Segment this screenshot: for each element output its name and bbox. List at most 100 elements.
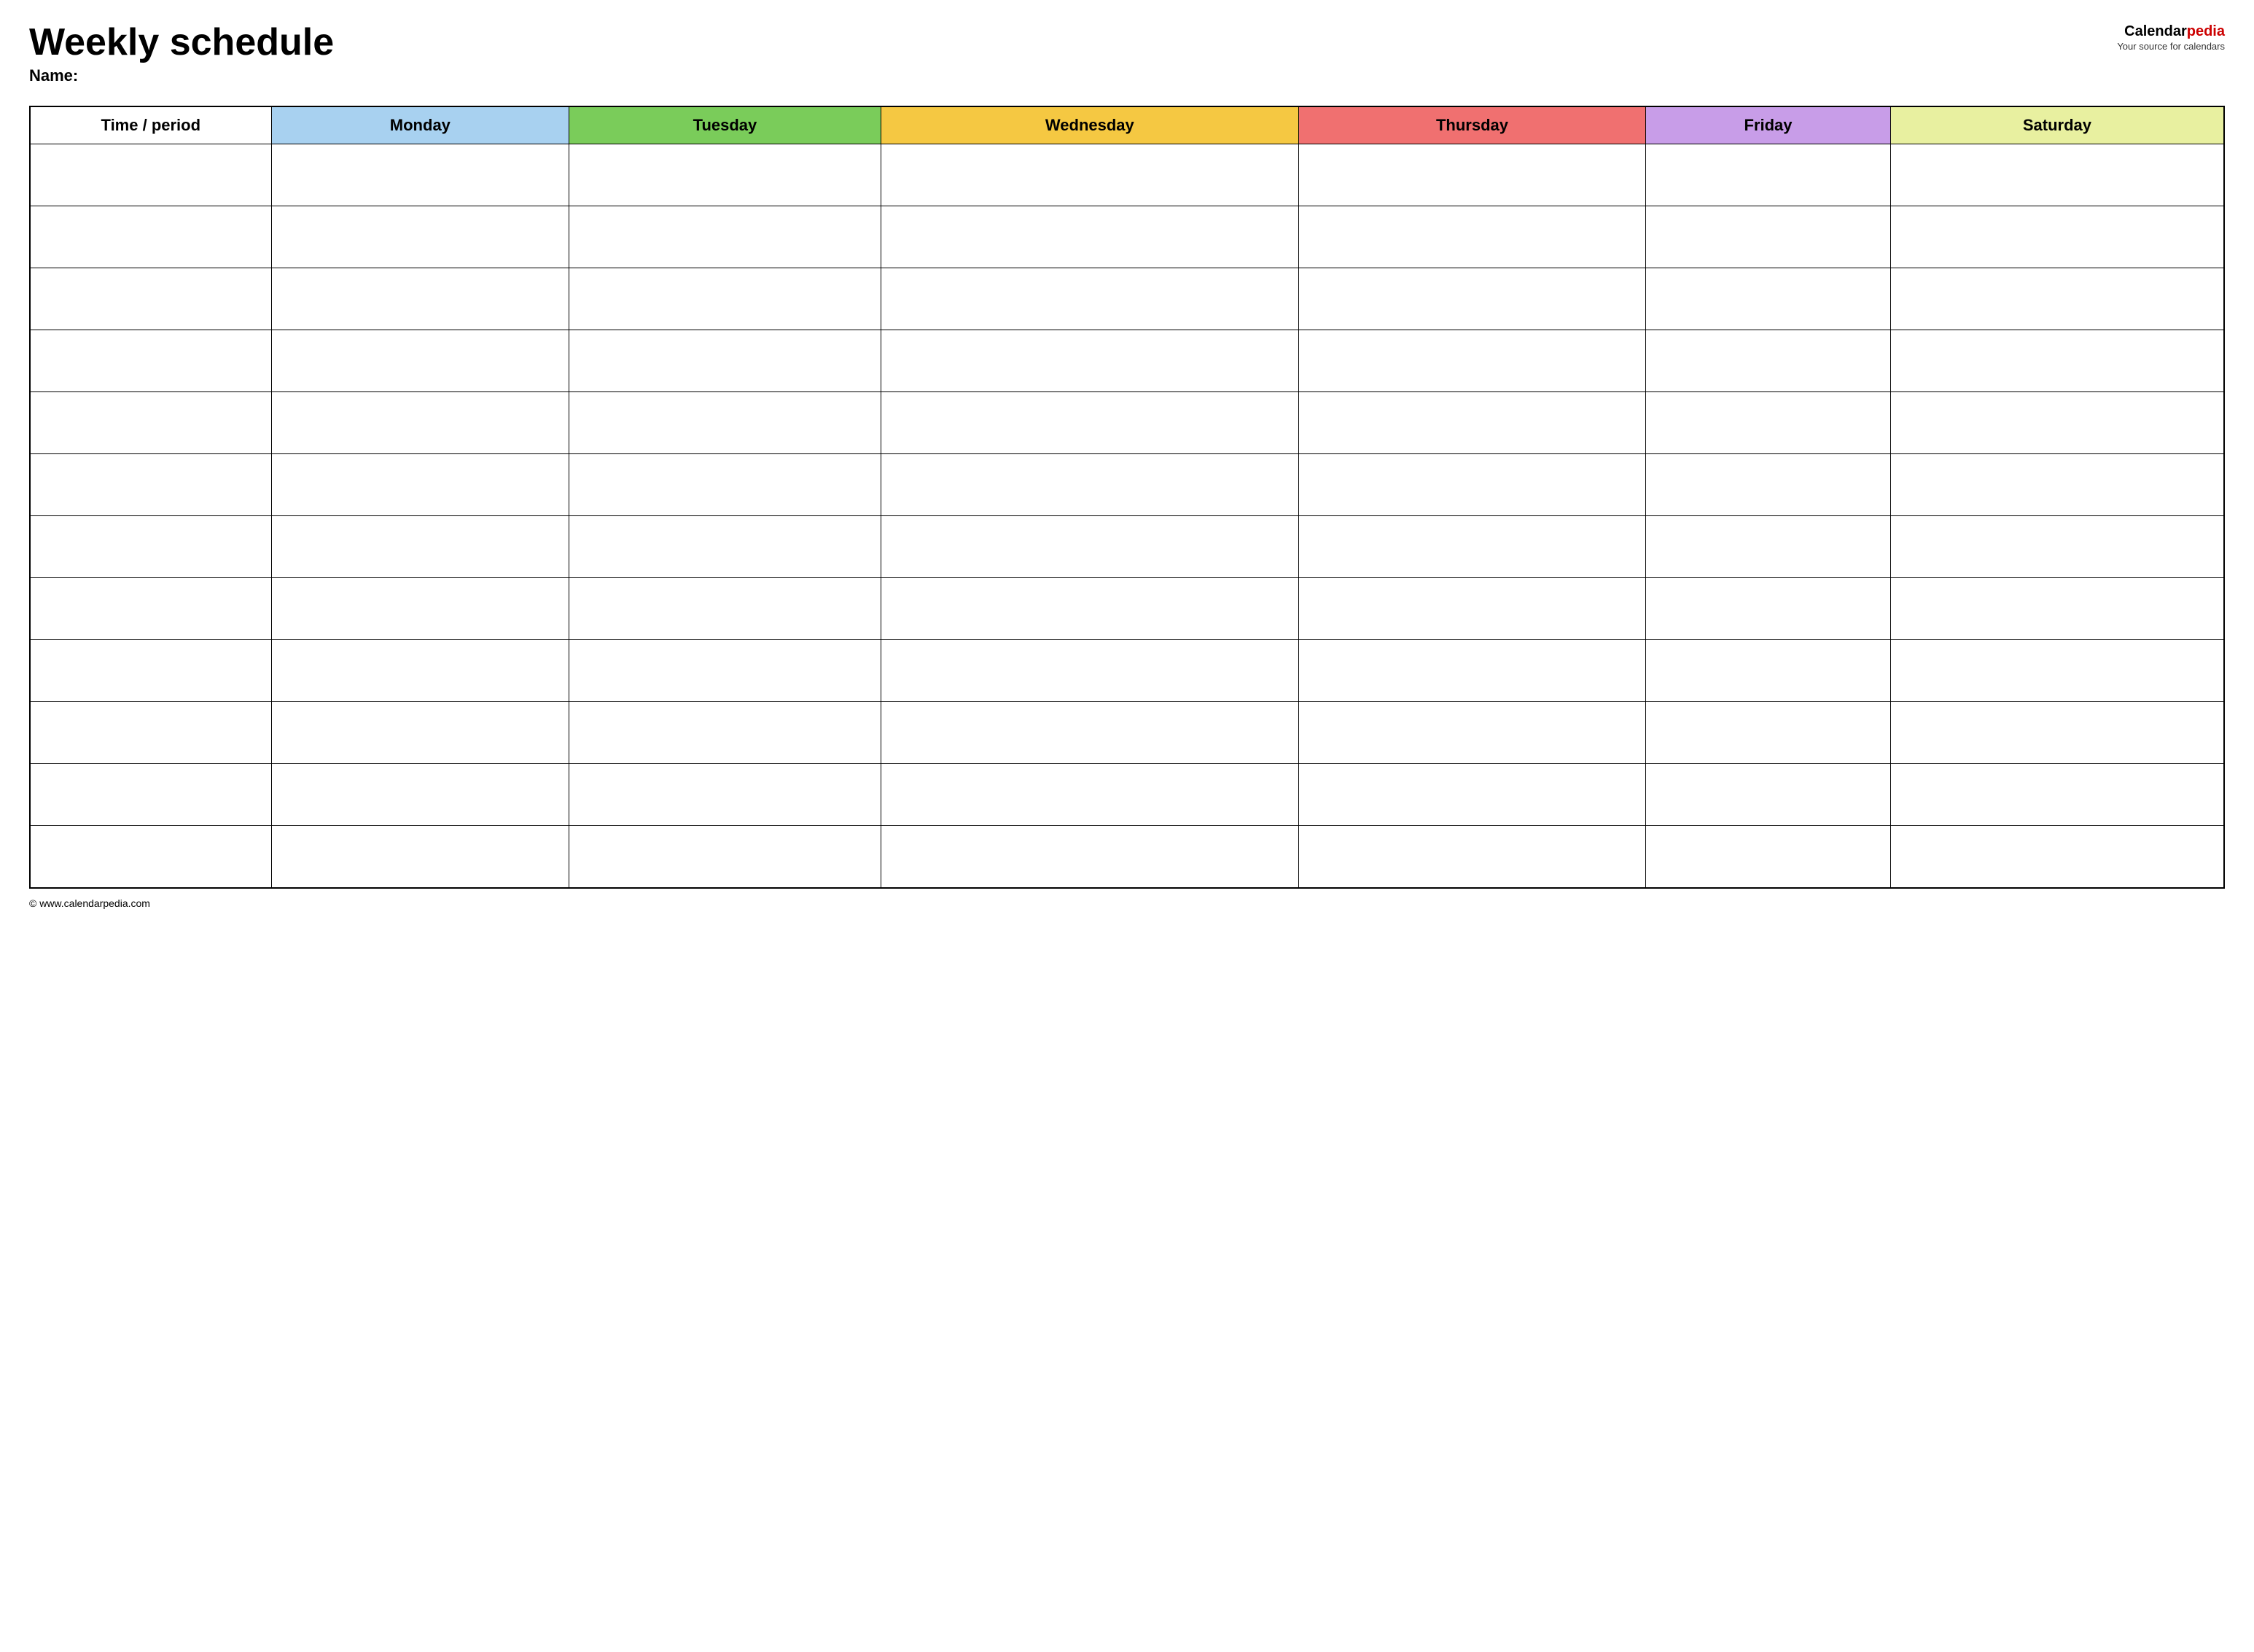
table-cell[interactable] [1298,516,1645,578]
table-cell[interactable] [1646,764,1891,826]
footer: © www.calendarpedia.com [29,897,2225,909]
table-cell[interactable] [881,826,1298,888]
table-row [30,516,2224,578]
table-cell[interactable] [30,454,271,516]
table-cell[interactable] [1646,454,1891,516]
table-cell[interactable] [1890,826,2224,888]
table-cell[interactable] [1298,578,1645,640]
table-cell[interactable] [569,640,881,702]
table-cell[interactable] [1646,640,1891,702]
table-cell[interactable] [569,144,881,206]
header-saturday: Saturday [1890,106,2224,144]
table-cell[interactable] [30,516,271,578]
table-cell[interactable] [271,144,569,206]
table-cell[interactable] [1646,206,1891,268]
table-row [30,826,2224,888]
table-cell[interactable] [30,764,271,826]
table-cell[interactable] [881,268,1298,330]
table-cell[interactable] [271,392,569,454]
table-cell[interactable] [1646,516,1891,578]
logo-area: Calendarpedia Your source for calendars [2117,22,2225,53]
table-cell[interactable] [1890,516,2224,578]
table-cell[interactable] [569,454,881,516]
table-cell[interactable] [30,640,271,702]
table-cell[interactable] [569,392,881,454]
table-cell[interactable] [881,392,1298,454]
table-header-row: Time / period Monday Tuesday Wednesday T… [30,106,2224,144]
table-cell[interactable] [271,268,569,330]
table-cell[interactable] [30,392,271,454]
table-cell[interactable] [271,702,569,764]
table-cell[interactable] [881,764,1298,826]
table-cell[interactable] [1890,578,2224,640]
table-cell[interactable] [1298,764,1645,826]
table-cell[interactable] [569,206,881,268]
table-cell[interactable] [881,578,1298,640]
table-cell[interactable] [881,640,1298,702]
table-cell[interactable] [881,330,1298,392]
table-cell[interactable] [1298,640,1645,702]
table-cell[interactable] [271,578,569,640]
table-cell[interactable] [1646,392,1891,454]
table-cell[interactable] [569,702,881,764]
table-cell[interactable] [271,826,569,888]
table-cell[interactable] [271,330,569,392]
table-cell[interactable] [1298,206,1645,268]
table-cell[interactable] [569,330,881,392]
logo-calendar-part: Calendar [2124,23,2187,39]
table-cell[interactable] [1890,702,2224,764]
table-cell[interactable] [30,330,271,392]
table-cell[interactable] [1646,702,1891,764]
table-cell[interactable] [271,764,569,826]
table-cell[interactable] [1646,826,1891,888]
table-cell[interactable] [1298,330,1645,392]
table-cell[interactable] [1890,392,2224,454]
table-cell[interactable] [1890,764,2224,826]
table-cell[interactable] [1646,268,1891,330]
header-thursday: Thursday [1298,106,1645,144]
table-cell[interactable] [1890,640,2224,702]
table-cell[interactable] [30,578,271,640]
logo-tagline: Your source for calendars [2117,41,2225,53]
table-cell[interactable] [1890,268,2224,330]
table-cell[interactable] [1890,144,2224,206]
table-cell[interactable] [30,268,271,330]
table-row [30,578,2224,640]
table-cell[interactable] [30,206,271,268]
table-cell[interactable] [30,702,271,764]
table-cell[interactable] [1646,144,1891,206]
table-cell[interactable] [1298,392,1645,454]
table-cell[interactable] [881,702,1298,764]
table-cell[interactable] [569,764,881,826]
table-cell[interactable] [569,516,881,578]
schedule-body [30,144,2224,888]
table-cell[interactable] [569,826,881,888]
table-cell[interactable] [1890,206,2224,268]
table-cell[interactable] [569,578,881,640]
table-cell[interactable] [1646,578,1891,640]
table-cell[interactable] [881,516,1298,578]
table-cell[interactable] [881,454,1298,516]
table-cell[interactable] [569,268,881,330]
table-cell[interactable] [1298,454,1645,516]
table-row [30,144,2224,206]
table-cell[interactable] [271,206,569,268]
table-cell[interactable] [1890,454,2224,516]
header-monday: Monday [271,106,569,144]
table-cell[interactable] [1298,144,1645,206]
table-cell[interactable] [881,206,1298,268]
title-area: Weekly schedule Name: [29,22,334,98]
table-cell[interactable] [1298,702,1645,764]
table-cell[interactable] [271,454,569,516]
table-row [30,330,2224,392]
table-cell[interactable] [1298,826,1645,888]
table-cell[interactable] [1890,330,2224,392]
table-cell[interactable] [1646,330,1891,392]
header-friday: Friday [1646,106,1891,144]
table-cell[interactable] [271,640,569,702]
table-cell[interactable] [30,826,271,888]
table-cell[interactable] [881,144,1298,206]
table-cell[interactable] [1298,268,1645,330]
table-cell[interactable] [271,516,569,578]
table-cell[interactable] [30,144,271,206]
